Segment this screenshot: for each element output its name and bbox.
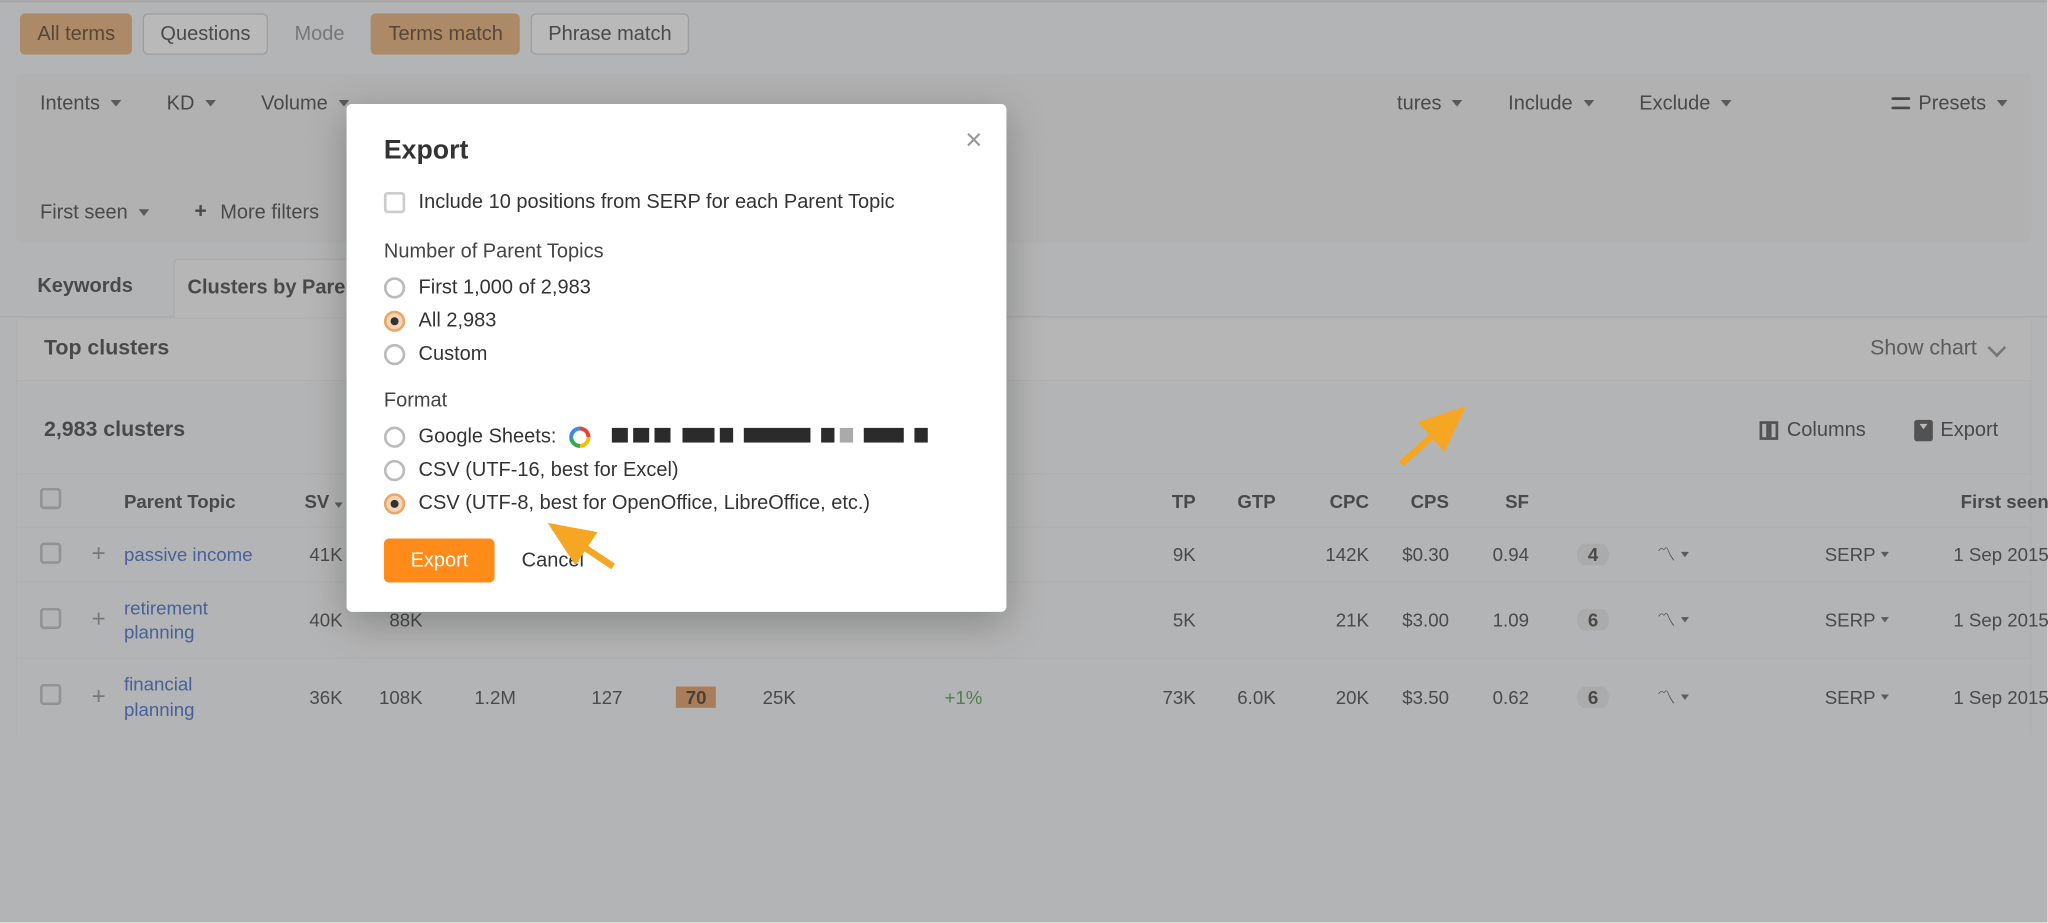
export-confirm-button[interactable]: Export — [384, 539, 495, 583]
close-icon[interactable]: × — [965, 125, 982, 154]
radio-csv8[interactable] — [384, 493, 405, 514]
radio-csv16[interactable] — [384, 459, 405, 480]
gsheets-account-redacted — [612, 425, 933, 448]
export-modal: × Export Include 10 positions from SERP … — [347, 104, 1007, 612]
radio-first-1000[interactable] — [384, 277, 405, 298]
num-topics-label: Number of Parent Topics — [384, 240, 969, 263]
radio-all[interactable] — [384, 310, 405, 331]
include-serp-label: Include 10 positions from SERP for each … — [419, 191, 895, 214]
radio-custom[interactable] — [384, 343, 405, 364]
google-icon — [570, 426, 591, 447]
modal-overlay[interactable] — [0, 0, 2047, 922]
format-label: Format — [384, 389, 969, 412]
radio-gsheets[interactable] — [384, 426, 405, 447]
cancel-button[interactable]: Cancel — [522, 549, 584, 572]
modal-title: Export — [384, 136, 969, 167]
include-serp-checkbox[interactable] — [384, 191, 405, 212]
